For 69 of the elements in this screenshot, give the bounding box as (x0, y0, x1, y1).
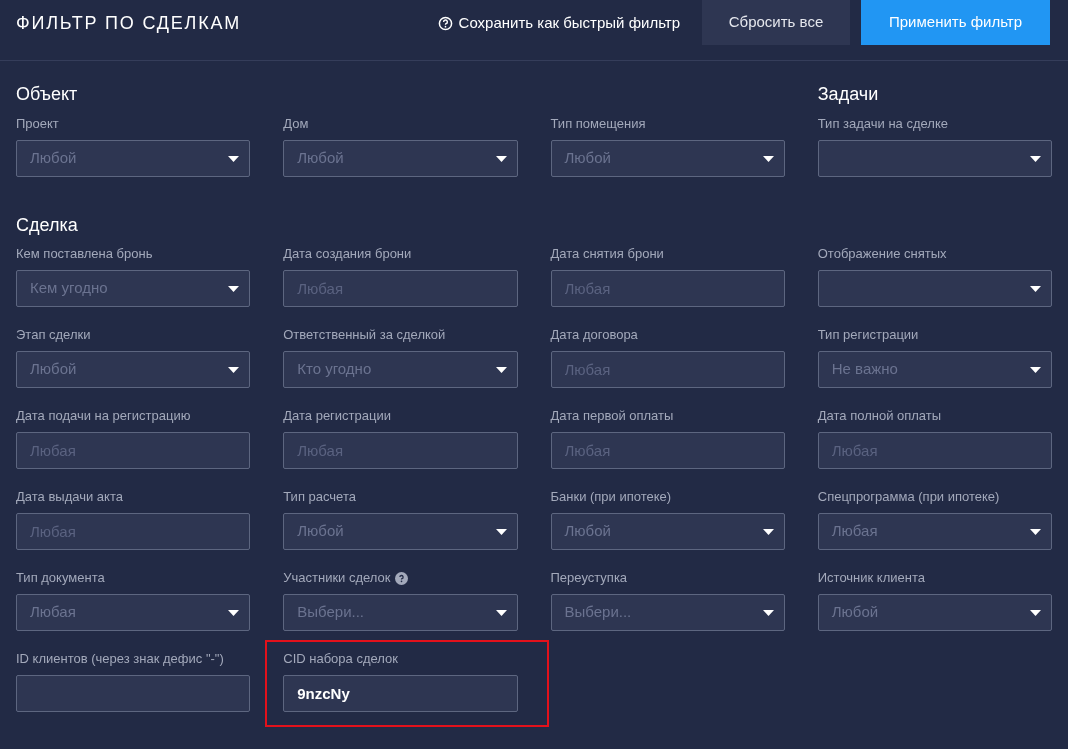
field-label: Дата снятия брони (550, 245, 664, 264)
caret-icon (495, 366, 507, 373)
select-field[interactable] (817, 140, 1052, 177)
apply-button[interactable]: Применить фильтр (861, 0, 1050, 45)
field-label: ID клиентов (через знак дефис "-") (16, 650, 224, 669)
caret-icon (228, 155, 240, 162)
caret-icon (228, 285, 240, 292)
caret-icon (762, 609, 774, 616)
select-field[interactable]: Любой (16, 140, 251, 177)
field-label: Кем поставлена бронь (16, 245, 153, 264)
caret-icon (495, 609, 507, 616)
page-title: ФИЛЬТР ПО СДЕЛКАМ (16, 12, 242, 35)
field-label: Банки (при ипотеке) (550, 488, 672, 507)
select-field[interactable]: Выбери... (550, 594, 785, 631)
reset-button[interactable]: Сбросить все (702, 0, 850, 45)
select-field[interactable]: Любой (817, 594, 1052, 631)
field-label: Дом (283, 115, 309, 134)
field-label: Ответственный за сделкой (283, 326, 446, 345)
field-label: Тип документа (16, 569, 105, 588)
field-label: Тип регистрации (817, 326, 919, 345)
help-icon (437, 15, 453, 31)
select-field[interactable]: Любой (283, 513, 518, 550)
field-label: Дата выдачи акта (16, 488, 123, 507)
field-label: Проект (16, 115, 59, 134)
caret-icon (1030, 528, 1041, 535)
save-filter-link[interactable]: Сохранить как быстрый фильтр (437, 12, 680, 35)
field-label: Участники сделок (283, 569, 391, 588)
help-icon[interactable] (394, 571, 408, 585)
caret-icon (1030, 609, 1041, 616)
field-label: Переуступка (550, 569, 628, 588)
caret-icon (762, 528, 774, 535)
field-label: Этап сделки (16, 326, 91, 345)
caret-icon (495, 528, 507, 535)
field-label: Спецпрограмма (при ипотеке) (817, 488, 1000, 507)
field-label: Дата договора (550, 326, 638, 345)
select-field[interactable]: Любой (550, 513, 785, 550)
caret-icon (1030, 285, 1041, 292)
field-label: CID набора сделок (283, 650, 398, 669)
select-field[interactable]: Кто угодно (283, 351, 518, 388)
select-field[interactable]: Кем угодно (16, 270, 251, 307)
field-label: Тип задачи на сделке (817, 115, 948, 134)
field-label: Источник клиента (817, 569, 925, 588)
select-field[interactable]: Не важно (817, 351, 1052, 388)
section-title: Задачи (817, 83, 880, 106)
select-field[interactable] (817, 270, 1052, 307)
caret-icon (495, 155, 507, 162)
field-label: Дата создания брони (283, 245, 412, 264)
caret-icon (1030, 366, 1041, 373)
field-label: Дата подачи на регистрацию (16, 407, 191, 426)
section-title: Объект (16, 83, 79, 106)
select-field[interactable]: Любая (817, 513, 1052, 550)
field-label: Дата регистрации (283, 407, 391, 426)
section-title: Сделка (16, 214, 79, 237)
field-label: Отображение снятых (817, 245, 947, 264)
caret-icon (228, 366, 240, 373)
caret-icon (762, 155, 774, 162)
select-field[interactable]: Любой (550, 140, 785, 177)
select-field[interactable]: Любой (16, 351, 251, 388)
select-field[interactable]: Любой (283, 140, 518, 177)
caret-icon (1030, 155, 1041, 162)
input-field[interactable]: 9nzcNy (283, 675, 518, 712)
select-field[interactable]: Выбери... (283, 594, 518, 631)
caret-icon (228, 609, 240, 616)
field-label: Тип расчета (283, 488, 356, 507)
select-field[interactable]: Любая (16, 594, 251, 631)
field-label: Тип помещения (550, 115, 646, 134)
field-label: Дата полной оплаты (817, 407, 942, 426)
field-label: Дата первой оплаты (550, 407, 674, 426)
input-field[interactable] (16, 675, 251, 712)
